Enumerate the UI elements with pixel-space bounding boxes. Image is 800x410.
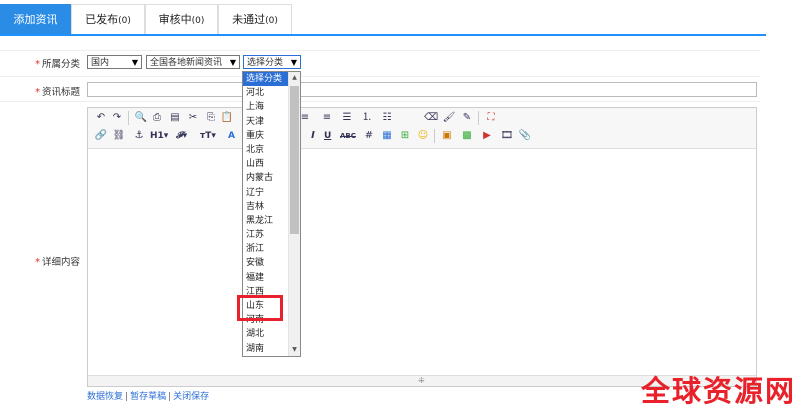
tab-rejected[interactable]: 未通过(0): [218, 4, 292, 34]
font-size-select[interactable]: тT▾: [200, 129, 216, 143]
chevron-down-icon: ▼: [290, 58, 297, 67]
heading-select[interactable]: H1▾: [150, 129, 168, 143]
required-mark: *: [35, 59, 40, 70]
fullscreen-icon[interactable]: ⛶: [484, 111, 498, 125]
scroll-down-icon[interactable]: ▼: [289, 344, 300, 356]
toolbar-separator: [478, 111, 479, 125]
paste-icon[interactable]: 📋: [220, 111, 234, 125]
tab-count: (0): [118, 16, 131, 26]
eraser-icon[interactable]: ⌫: [424, 111, 438, 125]
toolbar-separator: [434, 129, 435, 143]
required-mark: *: [35, 257, 40, 268]
format-brush-icon[interactable]: 🖌: [442, 111, 456, 125]
content-label: * 详细内容: [35, 257, 80, 268]
region-select-value: 国内: [91, 58, 110, 68]
channel-select[interactable]: 全国各地新闻资讯 ▼: [146, 55, 240, 69]
align-right-icon[interactable]: ≡: [320, 111, 334, 125]
tab-reviewing[interactable]: 审核中(0): [145, 4, 218, 34]
title-label: * 资讯标题: [35, 87, 80, 98]
required-mark: *: [35, 87, 40, 98]
font-family-select[interactable]: 𝓕▾: [176, 129, 187, 143]
emoticon-icon[interactable]: ☺: [416, 129, 430, 143]
close-save-link[interactable]: 关闭保存: [173, 392, 209, 402]
editor-toolbar: ↶ ↷ 🔍 ⎙ ▤ ✂ ⎘ 📋 ≡ ≡ ☰ ⒈ ☷ ⌫ 🖌 ✎ ⛶ 🔗 ⛓ ⚓ …: [88, 108, 756, 149]
watermark: 全球资源网: [641, 374, 797, 408]
title-input[interactable]: [87, 82, 757, 97]
tab-count: (0): [191, 16, 205, 26]
flash-icon[interactable]: ▶: [480, 129, 494, 143]
undo-icon[interactable]: ↶: [94, 111, 108, 125]
link-divider: |: [125, 392, 129, 402]
tab-add-news[interactable]: 添加资讯: [0, 4, 71, 34]
chevron-down-icon: ▼: [228, 56, 236, 68]
editor-content-area[interactable]: [88, 149, 756, 377]
preview-icon[interactable]: 🔍: [134, 111, 148, 125]
tab-label: 添加资讯: [13, 13, 58, 26]
justify-icon[interactable]: ☰: [340, 111, 354, 125]
chevron-down-icon: ▼: [131, 58, 138, 67]
tab-published[interactable]: 已发布(0): [71, 4, 145, 34]
restore-data-link[interactable]: 数据恢复: [87, 392, 123, 402]
category-select-value: 选择分类: [247, 58, 284, 68]
link-divider: |: [168, 392, 172, 402]
template-icon[interactable]: ▤: [168, 111, 182, 125]
region-select[interactable]: 国内 ▼: [87, 55, 142, 69]
channel-select-value: 全国各地新闻资讯: [150, 58, 223, 68]
clear-format-icon[interactable]: ✎: [460, 111, 474, 125]
link-icon[interactable]: 🔗: [94, 129, 108, 143]
font-color-icon[interactable]: A: [228, 129, 235, 143]
row-divider: [0, 76, 760, 77]
tab-label: 未通过: [232, 13, 266, 26]
unlink-icon[interactable]: ⛓: [112, 129, 126, 143]
underline-icon[interactable]: U: [324, 129, 331, 143]
cut-icon[interactable]: ✂: [186, 111, 200, 125]
table-icon[interactable]: ▦: [380, 129, 394, 143]
attachment-icon[interactable]: 📎: [518, 129, 532, 143]
insert-row-icon[interactable]: ⊞: [398, 129, 412, 143]
scrollbar-thumb[interactable]: [290, 86, 299, 234]
editor-footer-links: 数据恢复 | 暂存草稿 | 关闭保存: [87, 389, 209, 402]
rich-text-editor[interactable]: ↶ ↷ 🔍 ⎙ ▤ ✂ ⎘ 📋 ≡ ≡ ☰ ⒈ ☷ ⌫ 🖌 ✎ ⛶ 🔗 ⛓ ⚓ …: [87, 107, 757, 387]
row-divider: [0, 101, 760, 102]
strikethrough-icon[interactable]: ABC: [340, 129, 356, 143]
tab-bar: 添加资讯 已发布(0) 审核中(0) 未通过(0): [0, 0, 766, 36]
dropdown-scrollbar[interactable]: ▲ ▼: [288, 72, 300, 356]
tab-label: 已发布: [85, 13, 119, 26]
tab-count: (0): [265, 16, 278, 26]
special-char-icon[interactable]: #: [362, 129, 376, 143]
media-icon[interactable]: 🎞: [500, 129, 514, 143]
copy-icon[interactable]: ⎘: [204, 111, 218, 125]
ordered-list-icon[interactable]: ⒈: [360, 111, 374, 125]
multi-image-icon[interactable]: ▩: [460, 129, 474, 143]
unordered-list-icon[interactable]: ☷: [380, 111, 394, 125]
image-icon[interactable]: ▣: [440, 129, 454, 143]
category-select[interactable]: 选择分类 ▼: [243, 55, 301, 69]
toolbar-separator: [128, 111, 129, 125]
row-divider: [0, 50, 760, 51]
save-draft-link[interactable]: 暂存草稿: [130, 392, 166, 402]
tab-label: 审核中: [158, 13, 192, 26]
category-label: * 所属分类: [35, 59, 80, 70]
italic-icon[interactable]: I: [306, 129, 320, 143]
scroll-up-icon[interactable]: ▲: [289, 72, 300, 84]
highlight-annotation-box: [237, 295, 283, 321]
resize-handle-icon[interactable]: ⁜: [418, 376, 425, 386]
print-icon[interactable]: ⎙: [150, 111, 164, 125]
anchor-icon[interactable]: ⚓: [132, 129, 146, 143]
redo-icon[interactable]: ↷: [110, 111, 124, 125]
